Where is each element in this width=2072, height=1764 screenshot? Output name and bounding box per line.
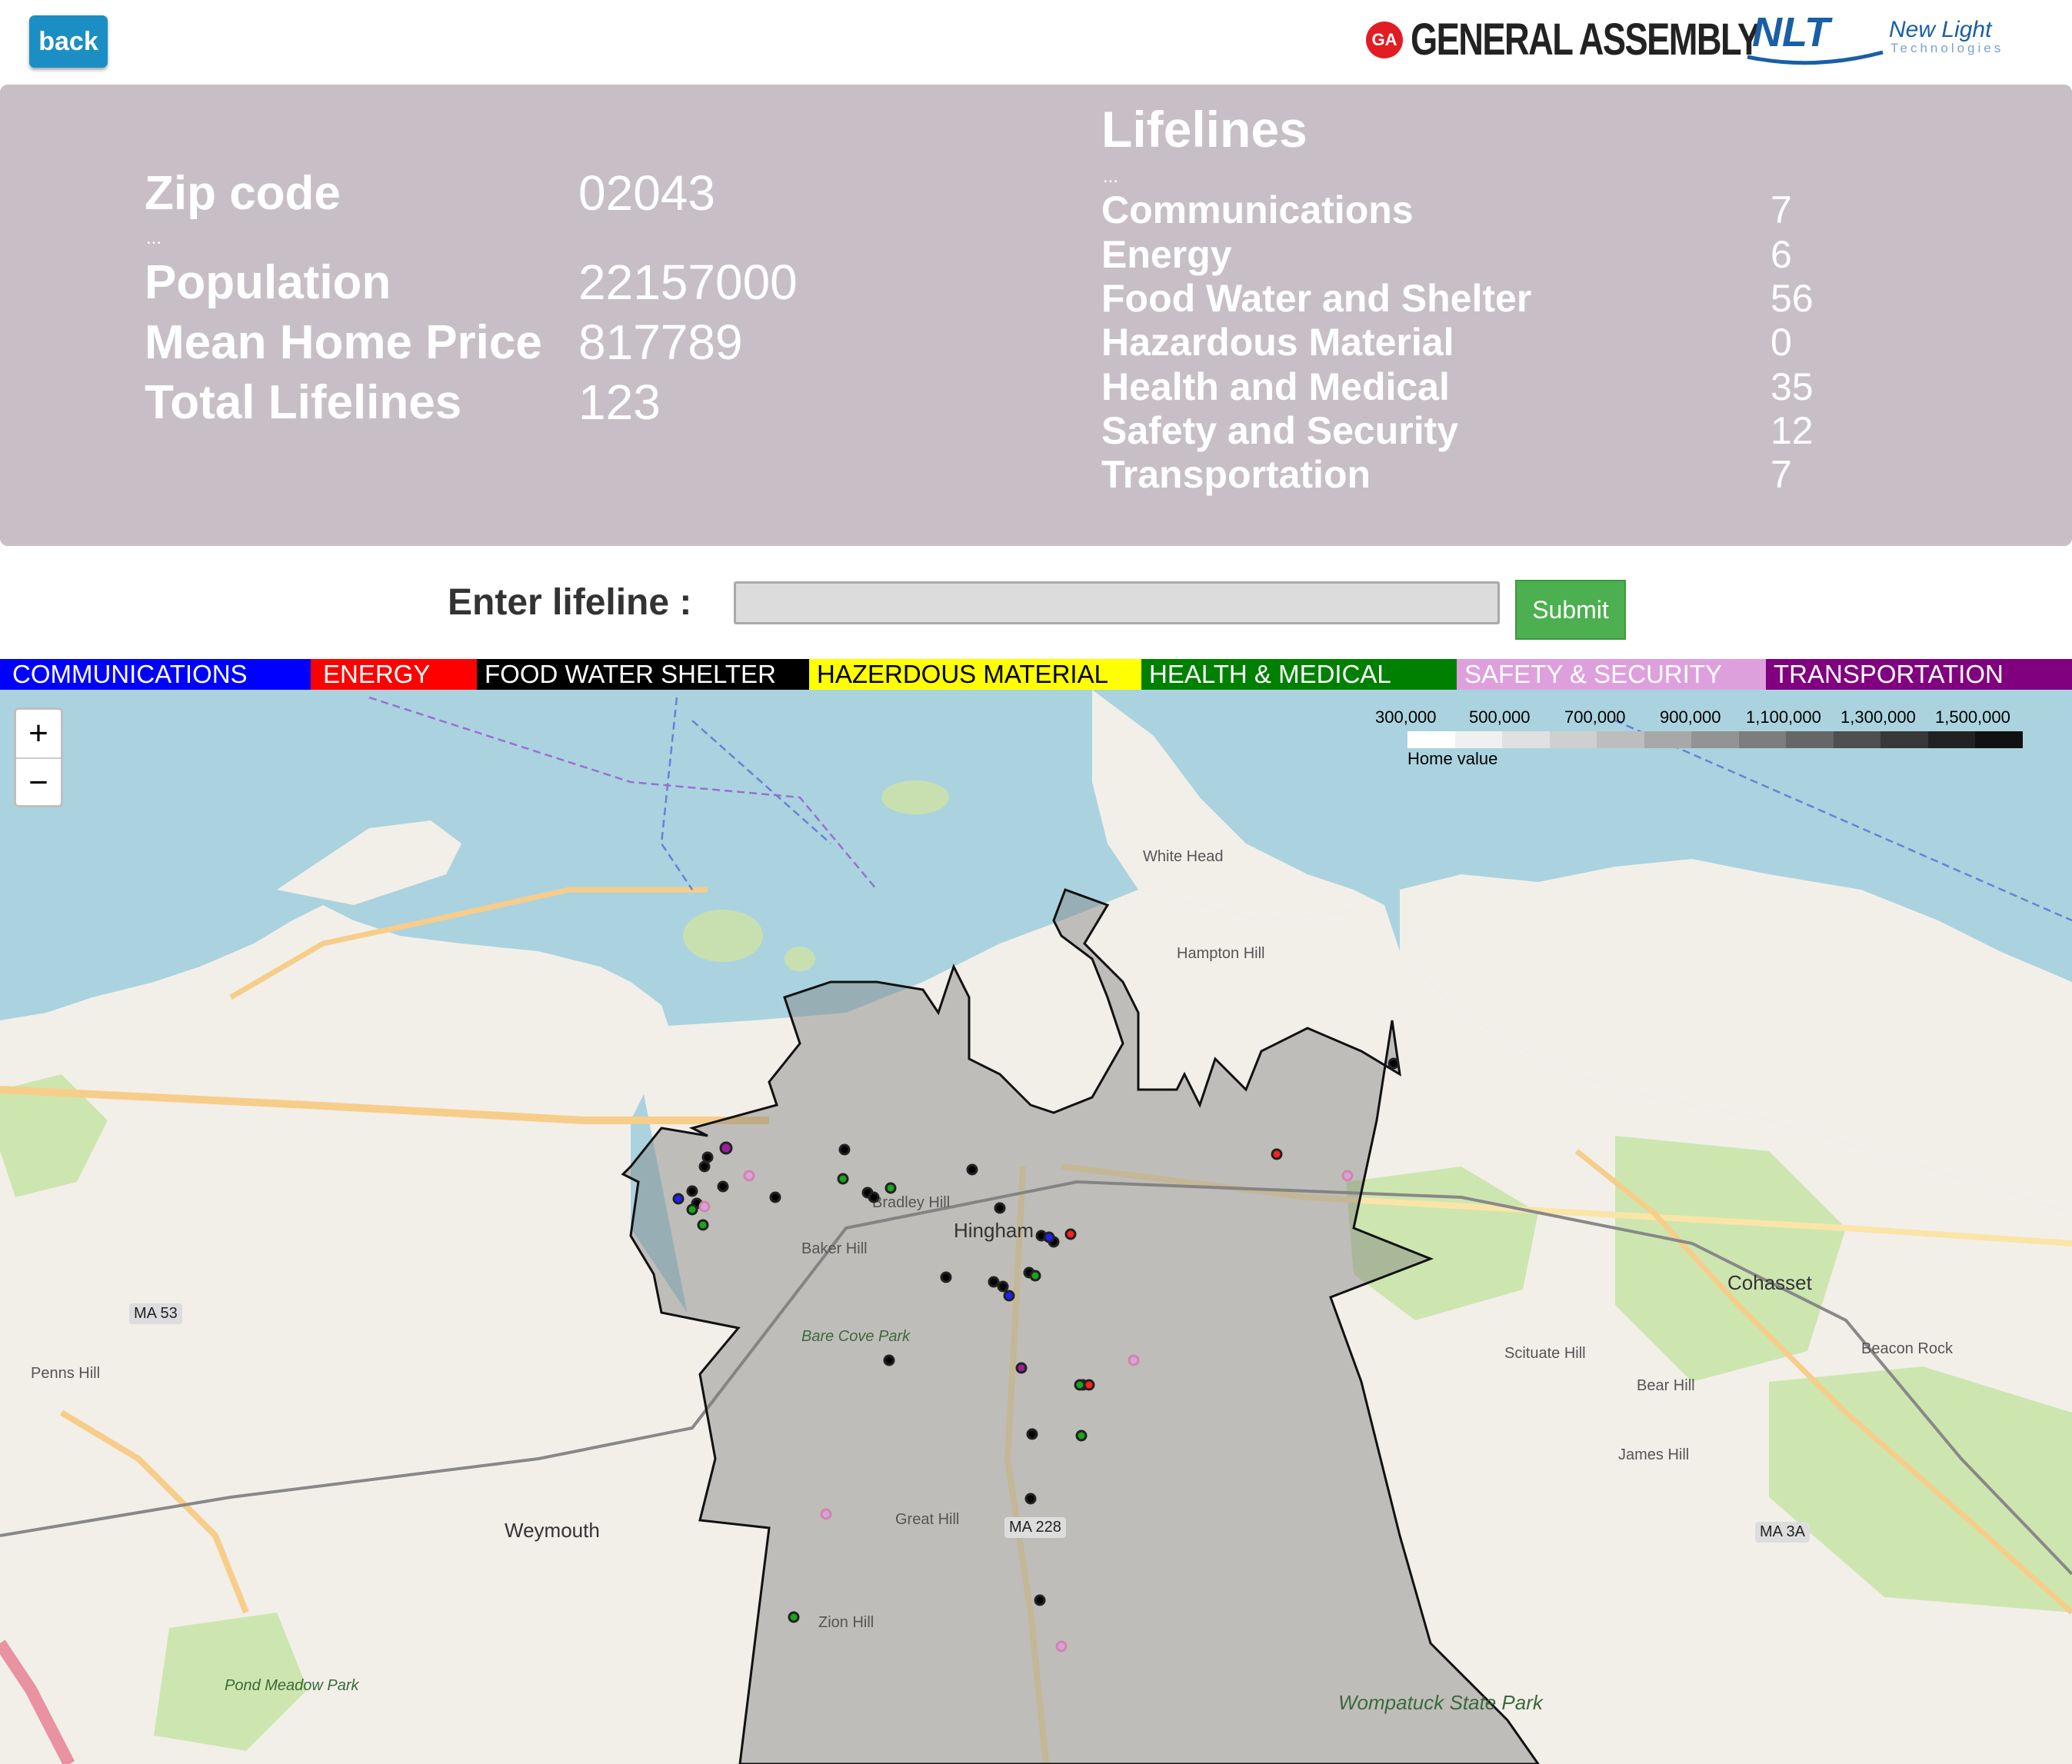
legend-energy: ENERGY <box>311 659 477 690</box>
marker-transport <box>719 1141 733 1155</box>
scale-tick: 1,500,000 <box>1935 707 2010 727</box>
marker-health <box>686 1203 698 1216</box>
lifeline-count-transportation: 7 <box>1771 453 1792 496</box>
marker-safety <box>820 1508 832 1520</box>
marker-safety <box>1341 1170 1354 1182</box>
marker-food <box>997 1280 1009 1293</box>
legend-transportation: TRANSPORTATION <box>1766 659 2072 690</box>
lifeline-input[interactable] <box>734 581 1500 624</box>
map-view[interactable]: Weymouth Cohasset Hingham White Head Ham… <box>0 690 2072 1764</box>
marker-transport <box>1015 1362 1028 1374</box>
marker-food <box>988 1276 1000 1288</box>
lifeline-label-food-water-shelter: Food Water and Shelter <box>1101 277 1532 320</box>
legend-safety-security: SAFETY & SECURITY <box>1457 659 1766 690</box>
scale-tick: 700,000 <box>1564 707 1626 727</box>
zip-code-value: 02043 <box>578 165 715 221</box>
general-assembly-logo: GENERAL ASSEMBLY <box>1411 15 1761 65</box>
lifeline-count-health-medical: 35 <box>1771 365 1814 408</box>
marker-comms <box>1003 1290 1015 1302</box>
marker-comms <box>1043 1231 1055 1243</box>
marker-food <box>1024 1493 1037 1505</box>
marker-food <box>1034 1594 1046 1606</box>
marker-safety <box>698 1200 711 1213</box>
ga-logo-icon: GA <box>1366 22 1403 58</box>
lifeline-label-safety-security: Safety and Security <box>1101 409 1459 452</box>
lifeline-count-safety-security: 12 <box>1771 409 1814 452</box>
mean-home-price-value: 817789 <box>578 315 743 370</box>
total-lifelines-value: 123 <box>578 374 661 430</box>
zoom-control: + − <box>14 707 63 807</box>
scale-tick: 300,000 <box>1375 707 1437 727</box>
lifeline-legend: COMMUNICATIONS ENERGY FOOD WATER SHELTER… <box>0 659 2072 690</box>
legend-communications: COMMUNICATIONS <box>0 659 311 690</box>
scale-tick: 1,100,000 <box>1746 707 1821 727</box>
nlt-subtitle: Technologies <box>1890 41 2004 55</box>
lifeline-label-communications: Communications <box>1101 188 1414 231</box>
lifeline-label-health-medical: Health and Medical <box>1101 365 1450 408</box>
zoom-out-button[interactable]: − <box>16 759 61 807</box>
zip-code-label: Zip code <box>145 167 341 220</box>
marker-health <box>788 1611 800 1623</box>
scale-tick: 500,000 <box>1469 707 1531 727</box>
lifeline-count-hazardous-material: 0 <box>1771 321 1792 364</box>
marker-health <box>1075 1430 1088 1442</box>
lifeline-markers <box>672 1057 1400 1653</box>
marker-energy <box>1083 1379 1095 1391</box>
lifeline-label-transportation: Transportation <box>1101 453 1371 496</box>
marker-food <box>868 1191 880 1203</box>
legend-hazardous-material: HAZERDOUS MATERIAL <box>809 659 1141 690</box>
marker-food <box>940 1271 952 1283</box>
lifeline-label-hazardous-material: Hazardous Material <box>1101 321 1454 364</box>
lifeline-count-communications: 7 <box>1771 188 1792 231</box>
home-value-caption: Home value <box>1407 749 1498 768</box>
lifeline-label-energy: Energy <box>1101 233 1232 276</box>
marker-food <box>1387 1057 1400 1070</box>
marker-food <box>701 1151 714 1163</box>
mean-home-price-label: Mean Home Price <box>145 316 542 369</box>
marker-safety <box>1055 1640 1068 1653</box>
marker-food <box>838 1143 851 1156</box>
marker-health <box>697 1219 709 1231</box>
submit-button[interactable]: Submit <box>1515 580 1626 640</box>
marker-food <box>717 1180 729 1193</box>
marker-health <box>884 1182 897 1194</box>
marker-safety <box>743 1170 755 1182</box>
scale-tick: 1,300,000 <box>1840 707 1916 727</box>
population-value: 22157000 <box>578 255 798 310</box>
marker-food <box>966 1163 978 1176</box>
home-value-scale-bar <box>1407 731 2023 748</box>
population-label: Population <box>145 256 391 309</box>
marker-food <box>883 1354 895 1366</box>
stats-panel: Zip code 02043 ... Population 22157000 M… <box>0 85 2072 546</box>
marker-safety <box>1128 1354 1140 1366</box>
marker-energy <box>1064 1228 1077 1240</box>
enter-lifeline-label: Enter lifeline : <box>448 582 692 623</box>
marker-health <box>1074 1379 1086 1391</box>
zip-ellipsis: ... <box>146 228 162 248</box>
lifelines-title: Lifelines <box>1101 101 1307 158</box>
marker-health <box>1029 1270 1041 1282</box>
lifelines-ellipsis: ... <box>1103 166 1119 187</box>
marker-comms <box>672 1193 685 1205</box>
lifeline-count-food-water-shelter: 56 <box>1771 277 1814 320</box>
legend-food-water-shelter: FOOD WATER SHELTER <box>477 659 809 690</box>
marker-food <box>698 1160 711 1173</box>
back-button[interactable]: back <box>29 15 108 68</box>
total-lifelines-label: Total Lifelines <box>145 376 462 429</box>
nlt-logo: NLT New Light Technologies <box>1747 11 2004 65</box>
marker-food <box>994 1202 1006 1214</box>
top-bar: back GA GENERAL ASSEMBLY NLT New Light T… <box>0 0 2072 85</box>
marker-food <box>1026 1428 1038 1440</box>
legend-health-medical: HEALTH & MEDICAL <box>1141 659 1457 690</box>
lifeline-count-energy: 6 <box>1771 233 1792 276</box>
marker-energy <box>1271 1148 1283 1160</box>
nlt-name: New Light <box>1889 17 1993 42</box>
marker-food <box>769 1191 781 1203</box>
marker-health <box>837 1173 849 1185</box>
zoom-in-button[interactable]: + <box>16 710 61 757</box>
nlt-mark: NLT <box>1752 11 1833 55</box>
marker-food <box>686 1185 698 1197</box>
scale-tick: 900,000 <box>1660 707 1721 727</box>
